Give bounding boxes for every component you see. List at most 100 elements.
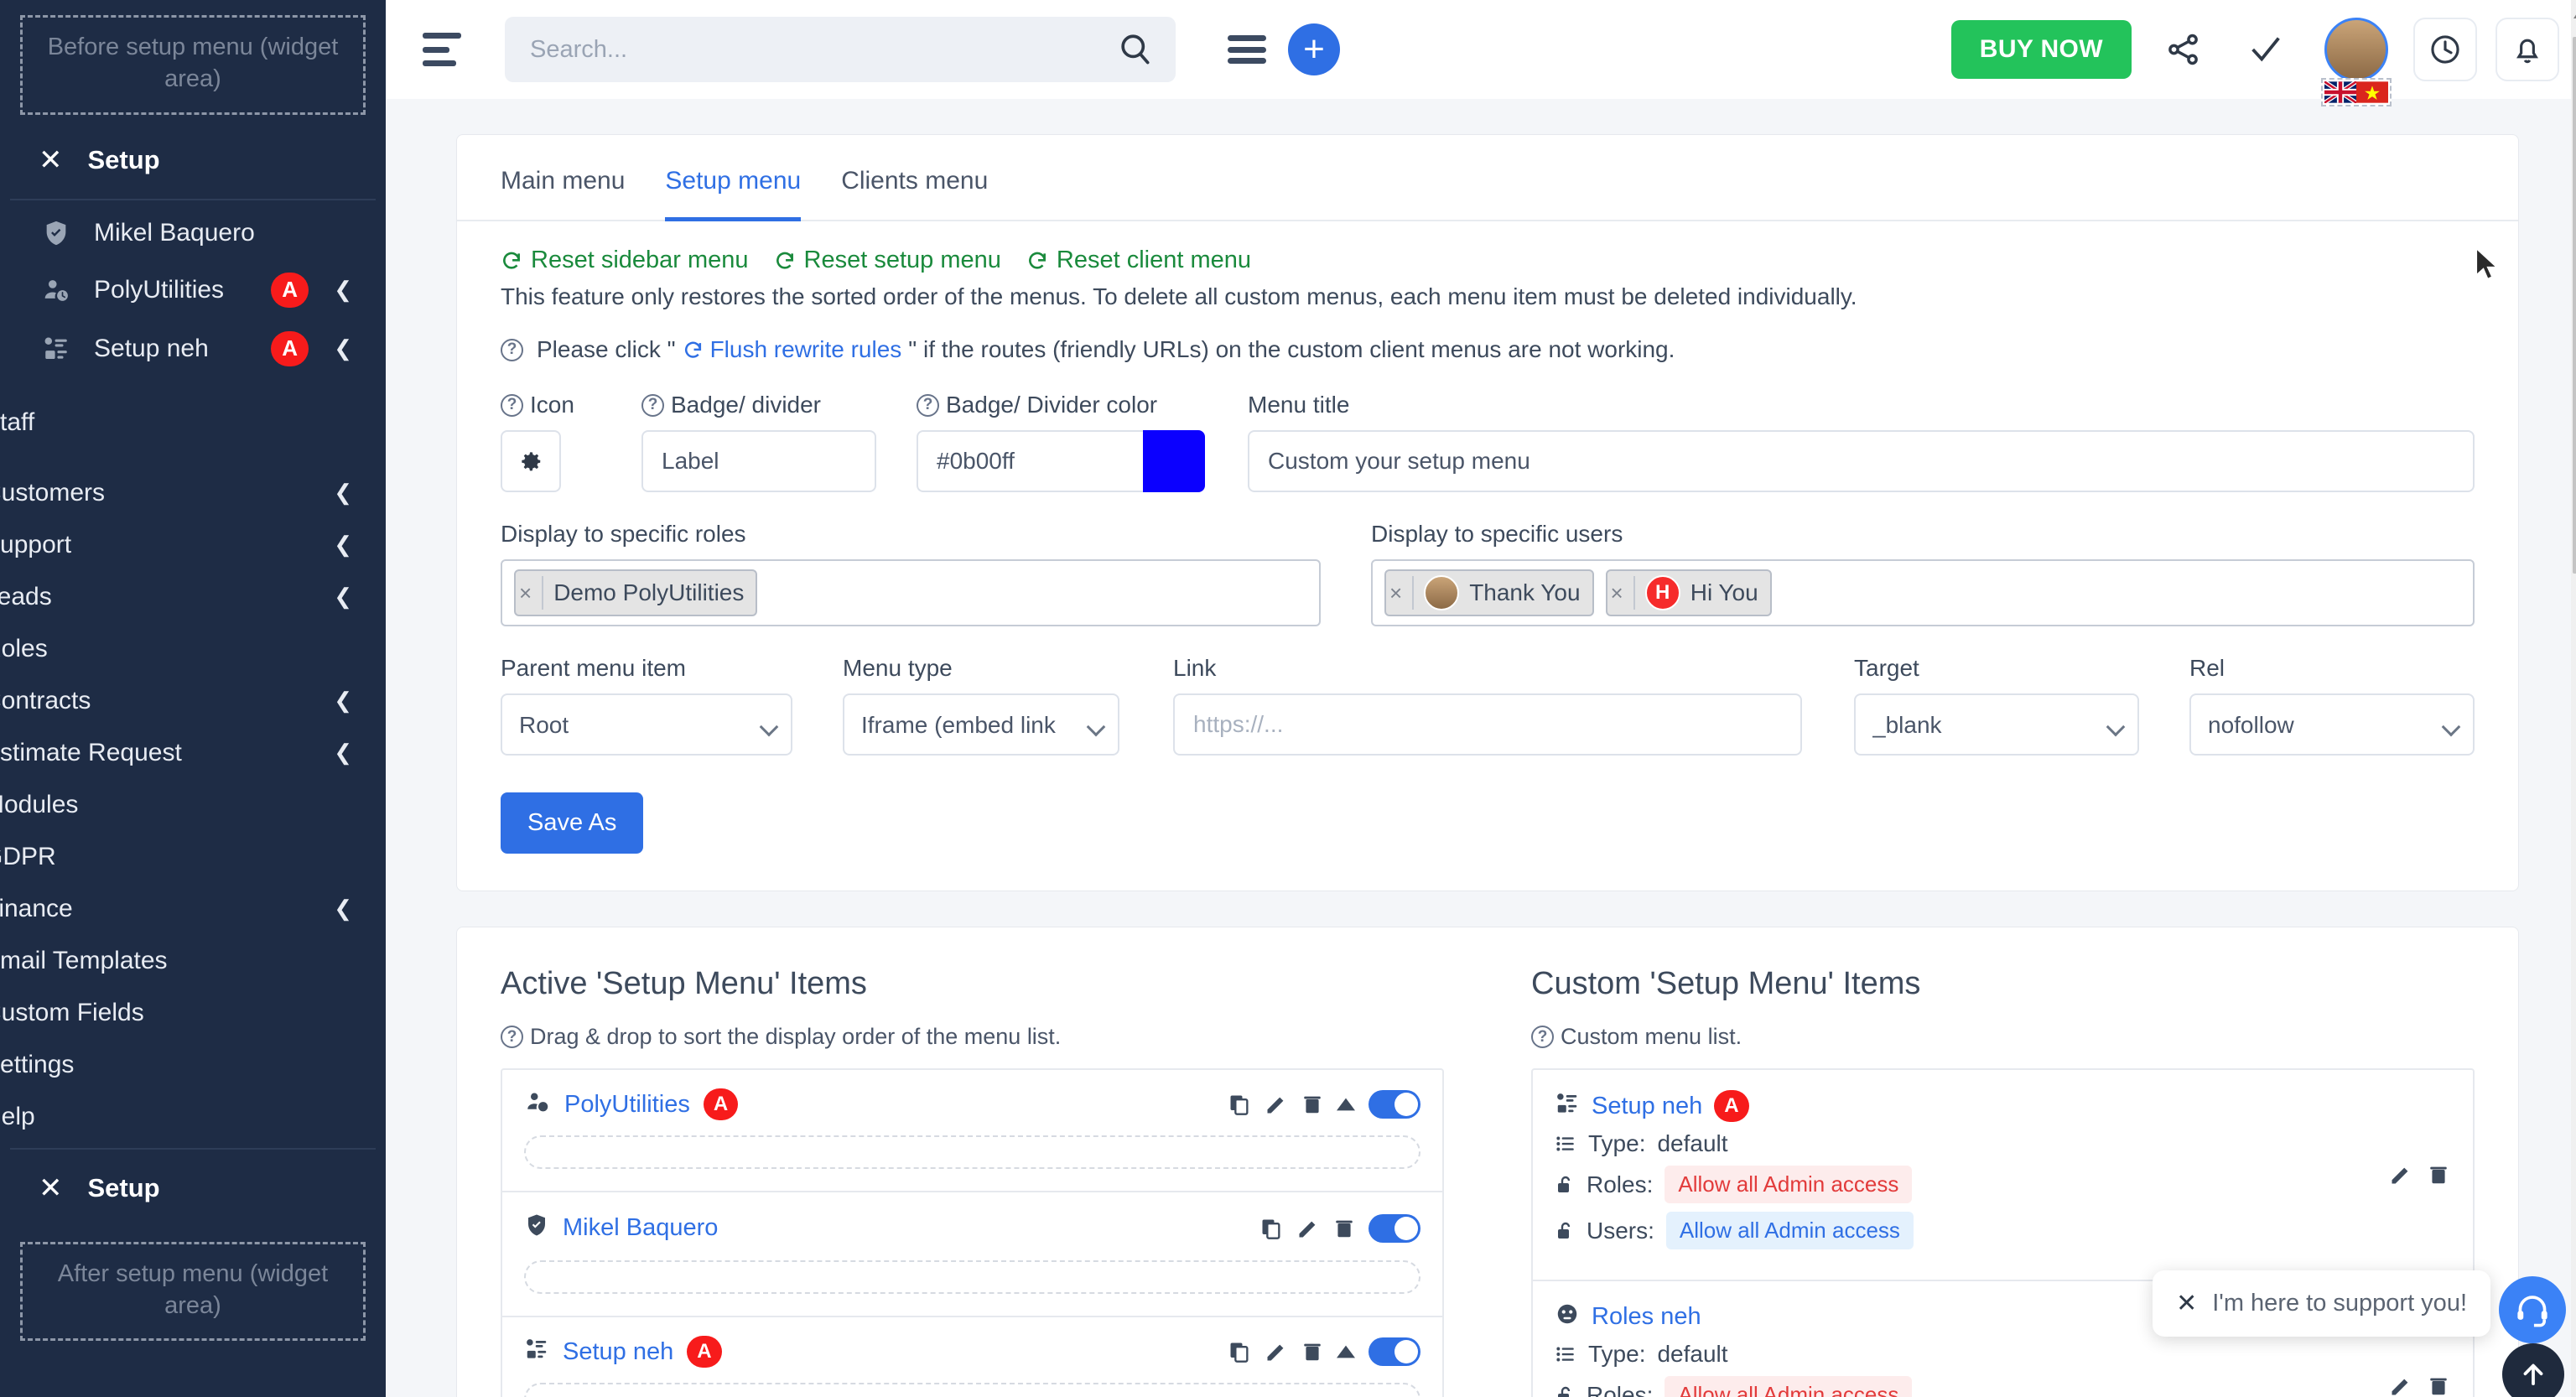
toggle-switch[interactable] <box>1368 1090 1420 1119</box>
page-scrollbar[interactable] <box>2571 0 2576 1397</box>
toggle-switch[interactable] <box>1368 1214 1420 1243</box>
remove-token-icon[interactable]: × <box>1607 576 1635 610</box>
role-token[interactable]: × Demo PolyUtilities <box>514 569 757 616</box>
sidebar-item-contracts[interactable]: Contracts ❮ <box>0 675 386 727</box>
close-icon[interactable]: ✕ <box>2176 1289 2197 1318</box>
rel-select[interactable]: nofollow <box>2189 693 2475 756</box>
chevron-left-icon[interactable]: ❮ <box>334 688 352 714</box>
sidebar-item-estimate-request[interactable]: Estimate Request ❮ <box>0 727 386 779</box>
parent-menu-select[interactable]: Root <box>501 693 792 756</box>
chevron-left-icon[interactable]: ❮ <box>334 584 352 610</box>
target-select-wrap[interactable]: _blank <box>1854 693 2139 756</box>
copy-icon[interactable] <box>1228 1340 1251 1363</box>
chevron-up-icon[interactable] <box>1337 1345 1355 1358</box>
scroll-to-top-button[interactable] <box>2502 1343 2564 1397</box>
search-box[interactable] <box>505 17 1176 82</box>
remove-token-icon[interactable]: × <box>516 576 543 610</box>
sidebar-setup-footer[interactable]: ✕ Setup <box>0 1155 386 1222</box>
delete-icon[interactable] <box>1333 1217 1355 1240</box>
badge-color-input-wrap[interactable] <box>917 430 1143 492</box>
chevron-left-icon[interactable]: ❮ <box>334 532 352 558</box>
sidebar-item-gdpr[interactable]: GDPR <box>0 831 386 883</box>
delete-icon[interactable] <box>1301 1093 1323 1116</box>
target-select[interactable]: _blank <box>1854 693 2139 756</box>
sidebar-item-mikel-baquero[interactable]: Mikel Baquero <box>0 205 386 261</box>
edit-icon[interactable] <box>1265 1093 1288 1116</box>
edit-icon[interactable] <box>2389 1374 2412 1397</box>
tab-main-menu[interactable]: Main menu <box>501 137 625 221</box>
chevron-left-icon[interactable]: ❮ <box>334 335 352 361</box>
list-item[interactable]: Setup neh A <box>502 1317 1442 1397</box>
icon-picker-button[interactable] <box>501 430 561 492</box>
sidebar-item-customers[interactable]: Customers ❮ <box>0 467 386 519</box>
avatar[interactable] <box>2324 18 2388 81</box>
badge-divider-input[interactable] <box>662 448 856 475</box>
tab-clients-menu[interactable]: Clients menu <box>841 137 988 221</box>
list-icon[interactable] <box>1228 35 1266 64</box>
close-icon[interactable]: ✕ <box>39 1174 63 1202</box>
tab-setup-menu[interactable]: Setup menu <box>665 137 801 221</box>
hamburger-icon[interactable] <box>423 33 461 66</box>
badge-color-control[interactable] <box>917 430 1206 492</box>
toggle-switch[interactable] <box>1368 1337 1420 1366</box>
chevron-left-icon[interactable]: ❮ <box>334 896 352 922</box>
sidebar-item-modules[interactable]: Modules <box>0 779 386 831</box>
check-icon[interactable] <box>2236 19 2296 80</box>
bell-icon[interactable] <box>2496 18 2559 81</box>
scrollbar-thumb[interactable] <box>2573 37 2576 574</box>
share-icon[interactable] <box>2153 19 2214 80</box>
menu-type-select[interactable]: Iframe (embed link <box>843 693 1119 756</box>
remove-token-icon[interactable]: × <box>1386 576 1414 610</box>
users-token-box[interactable]: × Thank You × H Hi You <box>1371 559 2475 626</box>
rel-select-wrap[interactable]: nofollow <box>2189 693 2475 756</box>
list-item[interactable]: Setup neh A Type: default <box>1533 1070 2473 1281</box>
chevron-left-icon[interactable]: ❮ <box>334 740 352 766</box>
list-item[interactable]: Mikel Baquero <box>502 1192 1442 1317</box>
copy-icon[interactable] <box>1259 1217 1283 1240</box>
close-icon[interactable]: ✕ <box>39 146 63 174</box>
search-input[interactable] <box>530 36 1117 64</box>
support-bubble[interactable]: ✕ I'm here to support you! <box>2153 1270 2490 1337</box>
custom-item-label[interactable]: Roles neh <box>1592 1303 1701 1331</box>
user-token[interactable]: × Thank You <box>1384 569 1594 616</box>
drop-slot[interactable] <box>524 1383 1420 1397</box>
delete-icon[interactable] <box>2428 1163 2449 1187</box>
link-input[interactable] <box>1193 711 1782 738</box>
clock-icon[interactable] <box>2413 18 2477 81</box>
parent-select-wrap[interactable]: Root <box>501 693 792 756</box>
avatar-wrapper[interactable] <box>2324 18 2395 81</box>
language-flags[interactable] <box>2321 78 2392 106</box>
buy-now-button[interactable]: BUY NOW <box>1951 20 2132 79</box>
badge-divider-control[interactable] <box>641 430 876 492</box>
save-as-button[interactable]: Save As <box>501 792 643 854</box>
list-item[interactable]: PolyUtilities A <box>502 1070 1442 1192</box>
drop-slot[interactable] <box>524 1135 1420 1169</box>
custom-item-label[interactable]: Setup neh <box>1592 1093 1702 1120</box>
delete-icon[interactable] <box>1301 1340 1323 1363</box>
menu-title-input[interactable] <box>1268 448 2454 475</box>
sidebar-item-leads[interactable]: Leads ❮ <box>0 571 386 623</box>
flush-rewrite-rules-link[interactable]: Flush rewrite rules <box>683 336 902 363</box>
sidebar-item-polyutilities[interactable]: PolyUtilities A ❮ <box>0 261 386 319</box>
drop-slot[interactable] <box>524 1260 1420 1294</box>
sidebar-setup-header[interactable]: ✕ Setup <box>0 127 386 194</box>
list-item-label[interactable]: Setup neh <box>563 1338 673 1366</box>
sidebar-item-email-templates[interactable]: Email Templates <box>0 935 386 987</box>
sidebar-item-custom-fields[interactable]: Custom Fields <box>0 987 386 1039</box>
chevron-left-icon[interactable]: ❮ <box>334 277 352 303</box>
add-button[interactable]: + <box>1288 23 1340 75</box>
sidebar-item-staff[interactable]: Staff <box>0 397 386 449</box>
edit-icon[interactable] <box>1296 1217 1320 1240</box>
delete-icon[interactable] <box>2428 1374 2449 1397</box>
support-fab-button[interactable] <box>2499 1276 2566 1343</box>
edit-icon[interactable] <box>1265 1340 1288 1363</box>
edit-icon[interactable] <box>2389 1163 2412 1187</box>
roles-token-box[interactable]: × Demo PolyUtilities <box>501 559 1321 626</box>
sidebar-item-roles[interactable]: Roles <box>0 623 386 675</box>
reset-client-menu-link[interactable]: Reset client menu <box>1026 247 1251 274</box>
list-item-label[interactable]: PolyUtilities <box>564 1091 690 1119</box>
chevron-left-icon[interactable]: ❮ <box>334 480 352 506</box>
reset-sidebar-menu-link[interactable]: Reset sidebar menu <box>501 247 749 274</box>
menu-title-control[interactable] <box>1248 430 2475 492</box>
reset-setup-menu-link[interactable]: Reset setup menu <box>774 247 1001 274</box>
